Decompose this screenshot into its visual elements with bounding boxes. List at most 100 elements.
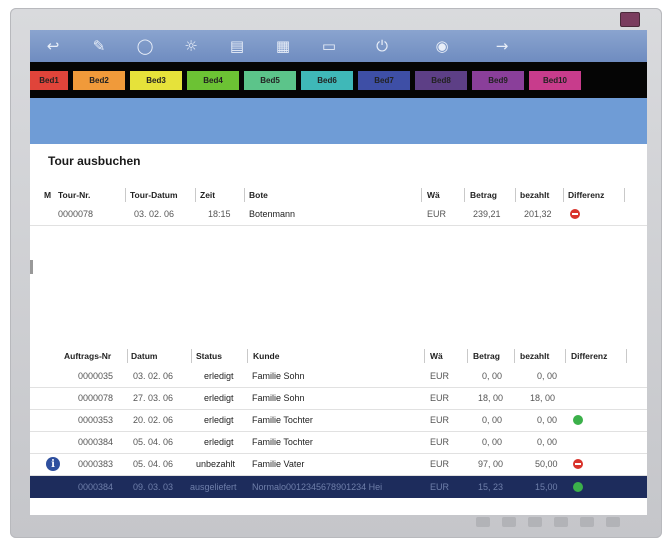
column-divider [127,349,128,363]
col-auftrags-nr[interactable]: Auftrags-Nr [64,345,111,367]
lock-icon[interactable]: ◯ [122,30,168,62]
order-row[interactable]: 0000078 27. 03. 06 erledigt Familie Sohn… [30,387,647,410]
col-waehrung[interactable]: Wä [430,345,443,367]
cell-status: unbezahlt [196,459,236,469]
cell-kunde: Familie Tochter [252,437,313,447]
cell-bezahlt: 0, 00 [537,415,558,425]
cell-auftrags-nr: 0000384 [78,437,114,447]
basket-icon[interactable]: ☼ [168,30,214,62]
tab-bed7[interactable]: Bed7 [358,70,410,90]
cell-bezahlt: 201,32 [524,209,552,219]
col-status[interactable]: Status [196,345,222,367]
bottom-control-4[interactable] [554,517,568,527]
cell-auftrags-nr: 0000384 [78,482,114,492]
column-divider [464,188,465,202]
cell-datum: 27. 03. 06 [133,393,174,403]
cell-betrag: 0, 00 [482,437,503,447]
exit-icon[interactable]: → [472,30,532,62]
column-divider [514,349,515,363]
cell-betrag: 239,21 [473,209,501,219]
cell-kunde: Normalo0012345678901234 Hei [252,482,383,492]
cell-bezahlt: 0, 00 [537,437,558,447]
cell-status: erledigt [204,371,234,381]
cell-betrag: 97, 00 [478,459,504,469]
cell-tour-nr: 0000078 [58,209,94,219]
column-divider [421,188,422,202]
power-icon[interactable]: ⏻ [352,30,412,62]
order-row[interactable]: 0000384 05. 04. 06 erledigt Familie Toch… [30,431,647,454]
column-divider [515,188,516,202]
tab-bed5[interactable]: Bed5 [244,70,296,90]
tour-row[interactable]: 0000078 03. 02. 06 18:15 Botenmann EUR 2… [30,203,647,226]
cell-datum: 20. 02. 06 [133,415,174,425]
cell-kunde: Familie Sohn [252,371,305,381]
column-divider [563,188,564,202]
cell-bezahlt: 0, 00 [537,371,558,381]
cell-betrag: 18, 00 [478,393,504,403]
cell-status: erledigt [204,415,234,425]
help-icon[interactable]: ◉ [412,30,472,62]
toolbar: ↩ ✎ ◯ ☼ ▤ ▦ ▭ ⏻ ◉ → [30,30,647,62]
cell-kunde: Familie Sohn [252,393,305,403]
building-icon[interactable]: ▦ [260,30,306,62]
order-row[interactable]: 0000035 03. 02. 06 erledigt Familie Sohn… [30,365,647,388]
column-divider [247,349,248,363]
tab-bed1[interactable]: Bed1 [30,70,68,90]
order-row[interactable]: 0000353 20. 02. 06 erledigt Familie Toch… [30,409,647,432]
printer-icon[interactable]: ▤ [214,30,260,62]
col-betrag[interactable]: Betrag [473,345,500,367]
tab-bed2[interactable]: Bed2 [73,70,125,90]
column-divider [626,349,627,363]
cell-auftrags-nr: 0000078 [78,393,114,403]
app-screen: ↩ ✎ ◯ ☼ ▤ ▦ ▭ ⏻ ◉ → Bed1 Bed2 Bed3 Bed4 … [30,30,647,515]
ok-green-icon [573,482,583,492]
tab-bed8[interactable]: Bed8 [415,70,467,90]
col-datum[interactable]: Datum [131,345,157,367]
tab-bed9[interactable]: Bed9 [472,70,524,90]
order-row-selected[interactable]: 0000384 09. 03. 03 ausgeliefert Normalo0… [30,476,647,498]
minus-red-icon [573,459,583,469]
cell-bezahlt: 18, 00 [530,393,556,403]
bottom-control-6[interactable] [606,517,620,527]
cell-bezahlt: 15,00 [535,482,558,492]
column-divider [195,188,196,202]
info-icon[interactable]: i [46,457,60,471]
tab-bed10[interactable]: Bed10 [529,70,581,90]
column-divider [565,349,566,363]
cell-auftrags-nr: 0000383 [78,459,114,469]
cell-bote: Botenmann [249,209,296,219]
difference-indicator [573,476,583,498]
header-band [30,98,647,144]
col-kunde[interactable]: Kunde [253,345,279,367]
tab-bed3[interactable]: Bed3 [130,70,182,90]
bottom-control-3[interactable] [528,517,542,527]
column-divider [191,349,192,363]
col-bezahlt[interactable]: bezahlt [520,345,549,367]
minus-red-icon [570,209,580,219]
bottom-control-2[interactable] [502,517,516,527]
difference-indicator [573,409,583,431]
column-divider [424,349,425,363]
ok-green-icon [573,415,583,425]
order-row[interactable]: i 0000383 05. 04. 06 unbezahlt Familie V… [30,453,647,476]
back-icon[interactable]: ↩ [30,30,76,62]
window-badge-icon[interactable] [620,12,640,27]
page-title: Tour ausbuchen [48,154,141,168]
cell-waehrung: EUR [430,437,450,447]
difference-indicator [570,203,580,225]
document-icon[interactable]: ▭ [306,30,352,62]
tab-bed6[interactable]: Bed6 [301,70,353,90]
gift-icon[interactable]: ✎ [76,30,122,62]
tab-bed4[interactable]: Bed4 [187,70,239,90]
cell-zeit: 18:15 [208,209,231,219]
cell-waehrung: EUR [430,415,450,425]
cell-auftrags-nr: 0000353 [78,415,114,425]
cell-bezahlt: 50,00 [535,459,558,469]
splitter-handle[interactable] [30,260,33,274]
col-differenz[interactable]: Differenz [571,345,607,367]
bottom-control-1[interactable] [476,517,490,527]
column-divider [624,188,625,202]
cell-datum: 09. 03. 03 [133,482,174,492]
bottom-control-5[interactable] [580,517,594,527]
content-panel: Tour ausbuchen M Tour-Nr. Tour-Datum Zei… [30,144,647,515]
